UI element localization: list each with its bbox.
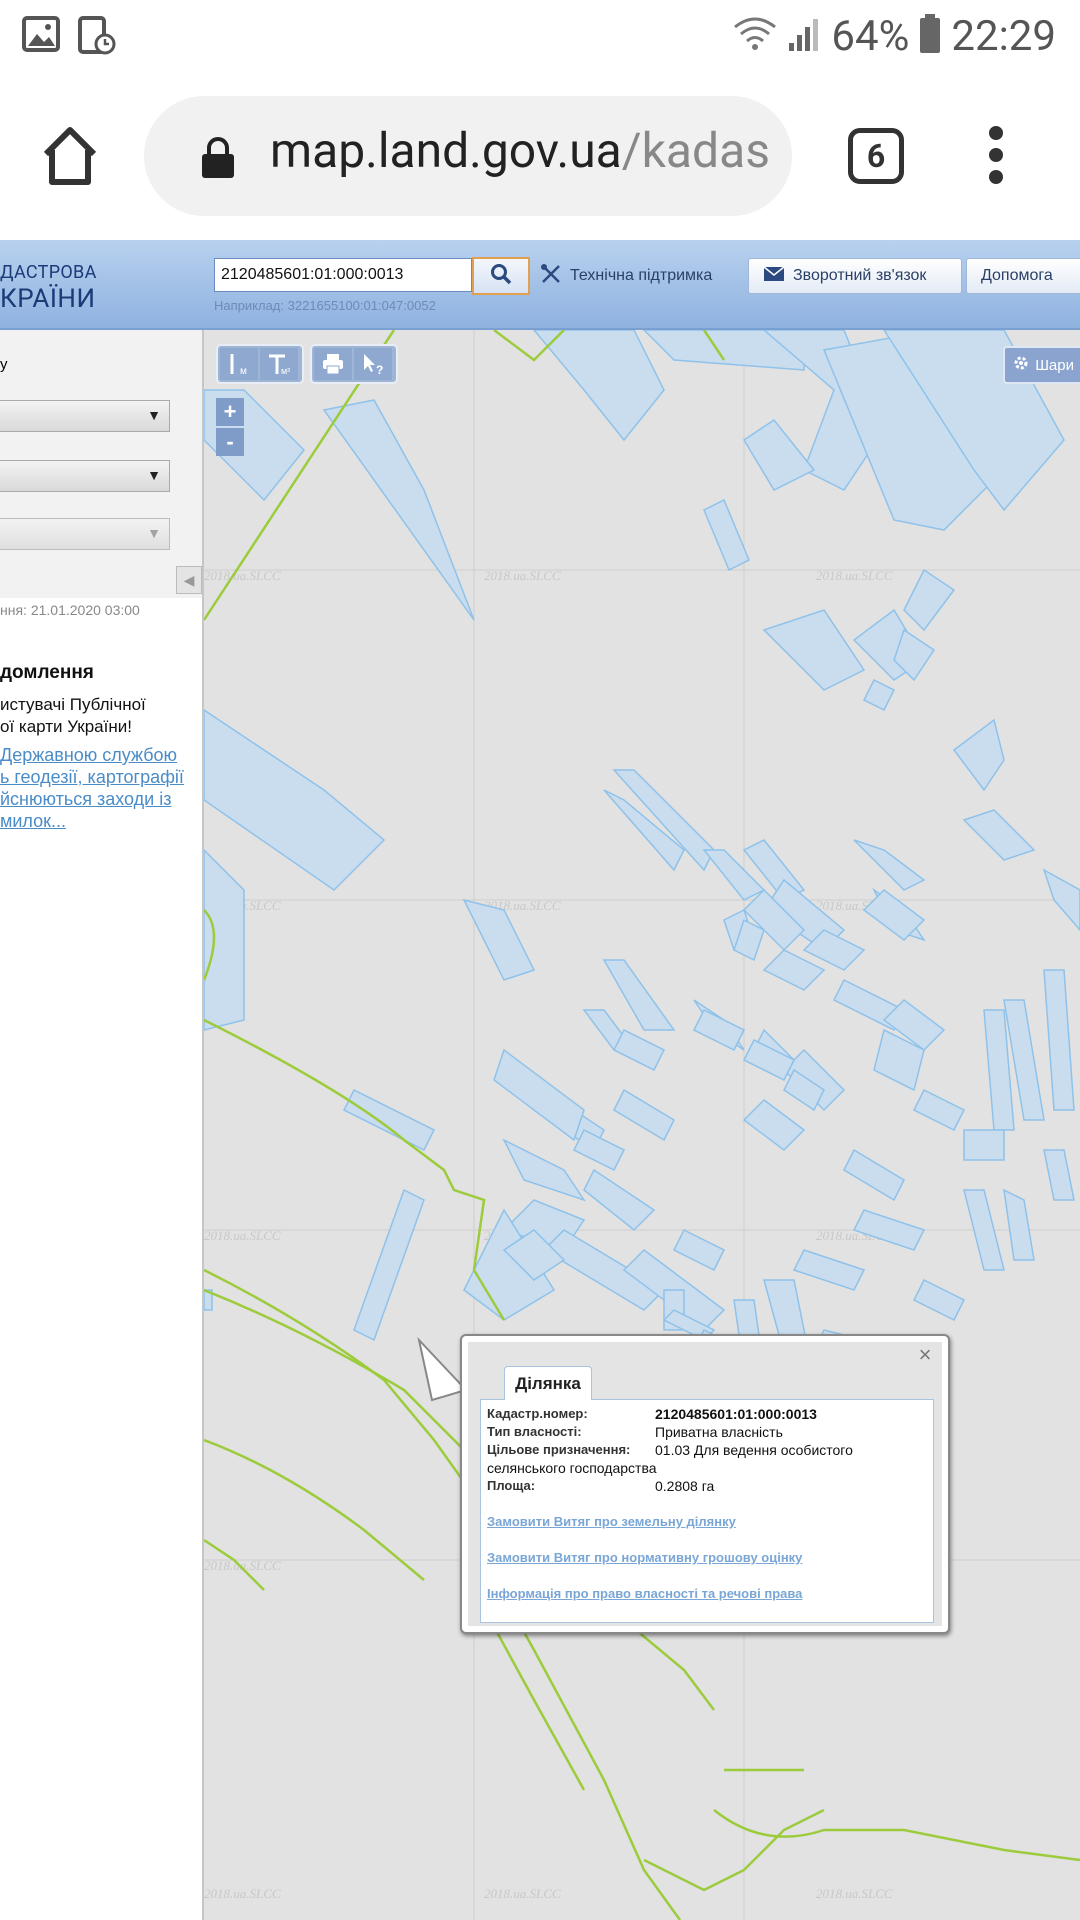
home-icon[interactable] — [40, 124, 100, 188]
district-select[interactable]: ▼ — [0, 460, 170, 492]
notice-link[interactable]: Державною службою ь геодезії, картографі… — [0, 744, 196, 832]
notice-text-line-1: истувачі Публічної — [0, 695, 146, 714]
svg-text:м²: м² — [281, 366, 290, 376]
purpose-value-cont: селянського господарства — [487, 1460, 657, 1476]
parcels — [204, 330, 1080, 1392]
collapse-sidebar-button[interactable]: ◀ — [176, 566, 202, 594]
layers-label: Шари — [1035, 356, 1074, 374]
support-label: Технічна підтримка — [570, 267, 713, 284]
cadastral-label: Кадастр.номер: — [487, 1406, 588, 1421]
order-valuation-extract-link[interactable]: Замовити Витяг про нормативну грошову оц… — [487, 1550, 802, 1565]
watermark: 2018.ua.SLCC — [816, 1886, 893, 1901]
gear-icon — [1013, 355, 1029, 375]
parcel-info-popup: × Ділянка Кадастр.номер: 2120485601:01:0… — [460, 1334, 950, 1634]
chevron-down-icon: ▼ — [147, 525, 161, 541]
notice-link-line-3: йснюються заходи із — [0, 789, 172, 809]
ownership-value: Приватна власність — [655, 1424, 783, 1440]
browser-toolbar: map.land.gov.ua/kadas 6 — [0, 72, 1080, 240]
clock: 22:29 — [951, 11, 1056, 61]
area-value: 0.2808 га — [655, 1478, 715, 1494]
notice-title: домлення — [0, 662, 94, 683]
watermark: 2018.ua.SLCC — [816, 568, 893, 583]
close-icon[interactable]: × — [914, 1344, 936, 1366]
tab-parcel[interactable]: Ділянка — [504, 1366, 592, 1400]
screen-time-icon — [78, 16, 116, 60]
status-bar: 64% 22:29 — [0, 0, 1080, 72]
notice-link-line-2: ь геодезії, картографії — [0, 767, 184, 787]
update-time: ння: 21.01.2020 03:00 — [0, 602, 140, 618]
zoom-out-button[interactable]: - — [216, 428, 244, 456]
map-canvas: 2018.ua.SLCC 2018.ua.SLCC 2018.ua.SLCC 2… — [204, 330, 1080, 1920]
search-button[interactable] — [472, 257, 530, 295]
url-host: map.land.gov.ua — [270, 122, 622, 179]
purpose-label: Цільове призначення: — [487, 1442, 631, 1457]
notice-text-line-2: ої карти України! — [0, 717, 132, 736]
address-bar[interactable]: map.land.gov.ua/kadas — [144, 96, 792, 216]
watermark: 2018.ua.SLCC — [204, 568, 281, 583]
support-button[interactable]: Технічна підтримка — [526, 258, 740, 294]
watermark: 2018.ua.SLCC — [204, 1558, 281, 1573]
logo-line-2: КРАЇНИ — [0, 284, 96, 314]
ownership-rights-link[interactable]: Інформація про право власності та речові… — [487, 1586, 802, 1601]
identify-icon[interactable]: ? — [354, 348, 392, 380]
measure-distance-icon[interactable]: м — [220, 348, 258, 380]
purpose-value: 01.03 Для ведення особистого — [655, 1442, 853, 1458]
left-sidebar: у ▼ ▼ ▼ ◀ ння: 21.01.2020 03:00 домлення… — [0, 330, 204, 1920]
utility-tools: ? — [310, 344, 398, 384]
mail-icon — [763, 265, 785, 287]
settlement-select[interactable]: ▼ — [0, 518, 170, 550]
signal-icon — [787, 15, 821, 57]
overflow-menu-icon[interactable] — [984, 126, 1008, 186]
help-label: Допомога — [981, 267, 1053, 284]
chevron-down-icon: ▼ — [147, 467, 161, 483]
measure-tools: м м² — [216, 344, 304, 384]
order-parcel-extract-link[interactable]: Замовити Витяг про земельну ділянку — [487, 1514, 736, 1529]
tools-icon — [540, 263, 562, 290]
search-panel: у ▼ ▼ ▼ ◀ — [0, 330, 202, 598]
layers-button[interactable]: Шари — [1003, 346, 1080, 384]
logo-line-1: ДАСТРОВА — [0, 262, 97, 283]
lock-icon — [200, 136, 236, 184]
popup-content: Кадастр.номер: 2120485601:01:000:0013 Ти… — [480, 1399, 934, 1623]
svg-text:м: м — [240, 366, 247, 376]
feedback-button[interactable]: Зворотний зв'язок — [748, 258, 962, 294]
gallery-icon — [22, 16, 60, 56]
measure-area-icon[interactable]: м² — [260, 348, 298, 380]
battery-percent: 64% — [831, 11, 910, 61]
search-hint: Наприклад: 3221655100:01:047:0052 — [214, 298, 436, 313]
print-icon[interactable] — [314, 348, 352, 380]
help-button[interactable]: Допомога — [966, 258, 1080, 294]
notice-text: истувачі Публічної ої карти України! — [0, 694, 200, 738]
watermark: 2018.ua.SLCC — [204, 1228, 281, 1243]
wifi-icon — [733, 15, 777, 57]
battery-icon — [919, 14, 941, 58]
popup-frame: × Ділянка Кадастр.номер: 2120485601:01:0… — [468, 1342, 942, 1626]
svg-text:?: ? — [376, 363, 383, 376]
url-path: /kadas — [621, 122, 770, 179]
popup-pointer — [417, 1336, 468, 1402]
watermark: 2018.ua.SLCC — [484, 568, 561, 583]
cadastral-map[interactable]: 2018.ua.SLCC 2018.ua.SLCC 2018.ua.SLCC 2… — [204, 330, 1080, 1920]
search-icon — [490, 263, 512, 289]
notice-link-line-1: Державною службою — [0, 745, 178, 765]
cadastral-value: 2120485601:01:000:0013 — [655, 1406, 817, 1422]
zoom-in-button[interactable]: + — [216, 398, 244, 426]
url-text: map.land.gov.ua/kadas — [270, 122, 770, 179]
cadastral-search-input[interactable] — [214, 258, 472, 292]
feedback-label: Зворотний зв'язок — [793, 267, 927, 284]
chevron-down-icon: ▼ — [147, 407, 161, 423]
area-label: Площа: — [487, 1478, 536, 1493]
panel-label: у — [0, 356, 8, 373]
tab-switcher-button[interactable]: 6 — [848, 128, 904, 184]
ownership-label: Тип власності: — [487, 1424, 582, 1439]
notice-link-line-4: милок... — [0, 811, 67, 831]
watermark: 2018.ua.SLCC — [204, 1886, 281, 1901]
site-header: ДАСТРОВА КРАЇНИ Наприклад: 3221655100:01… — [0, 240, 1080, 330]
region-select[interactable]: ▼ — [0, 400, 170, 432]
watermark: 2018.ua.SLCC — [484, 1886, 561, 1901]
